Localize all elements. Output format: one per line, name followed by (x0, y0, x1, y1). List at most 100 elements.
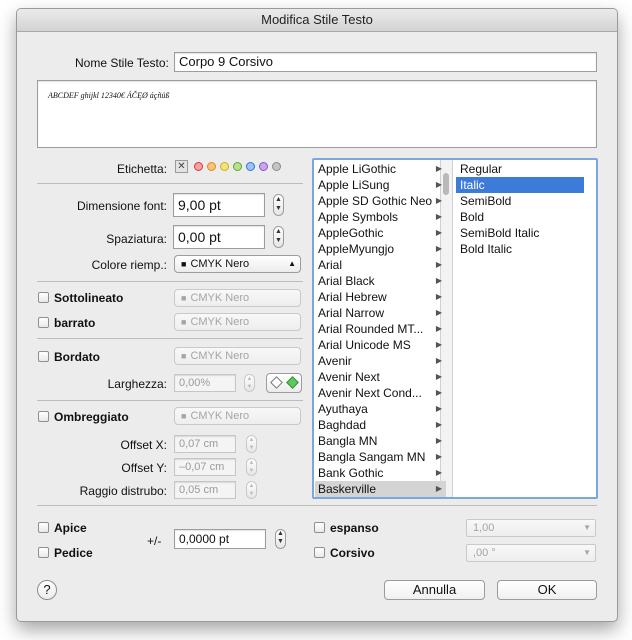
italic-checkbox[interactable] (314, 547, 325, 558)
font-size-stepper[interactable]: ▲ ▼ (273, 194, 284, 216)
font-style-item[interactable]: Bold Italic (456, 241, 584, 257)
baseline-stepper[interactable]: ▲ ▼ (275, 529, 286, 549)
chevron-down-icon[interactable]: ▼ (583, 545, 591, 561)
outline-mode-toggle[interactable] (266, 373, 302, 393)
font-list-item[interactable]: AppleMyungjo ▶ (315, 241, 446, 257)
superscript-label: Apice (54, 521, 87, 535)
font-name: Apple SD Gothic Neo (318, 194, 433, 208)
style-name-input[interactable]: Corpo 9 Corsivo (174, 52, 597, 72)
spacing-input[interactable]: 0,00 pt (173, 225, 265, 249)
spacing-stepper[interactable]: ▲ ▼ (273, 226, 284, 248)
label-color-dot[interactable] (194, 162, 203, 171)
offset-y-label: Offset Y: (121, 461, 167, 475)
shadow-checkbox[interactable] (38, 411, 49, 422)
offset-y-stepper[interactable]: ▲ ▼ (246, 458, 257, 476)
label-color-dot[interactable] (233, 162, 242, 171)
font-list-item[interactable]: Arial ▶ (315, 257, 446, 273)
submenu-arrow-icon: ▶ (435, 388, 442, 397)
offset-x-stepper[interactable]: ▲ ▼ (246, 435, 257, 453)
font-name: Arial (318, 258, 343, 272)
submenu-arrow-icon: ▶ (435, 276, 442, 285)
expanded-checkbox[interactable] (314, 522, 325, 533)
font-style-item[interactable]: Bold (456, 209, 584, 225)
shadow-color-popup[interactable]: ■ CMYK Nero (174, 407, 301, 425)
close-icon: ✕ (177, 161, 186, 172)
outline-width-label: Larghezza: (107, 377, 167, 391)
underline-color-popup[interactable]: ■ CMYK Nero (174, 289, 301, 307)
outline-width-stepper[interactable]: ▲ ▼ (244, 374, 255, 392)
font-list-item[interactable]: Arial Black ▶ (315, 273, 446, 289)
submenu-arrow-icon: ▶ (435, 228, 442, 237)
font-name: AppleMyungjo (318, 242, 395, 256)
subscript-checkbox[interactable] (38, 547, 49, 558)
font-size-label: Dimensione font: (76, 199, 167, 213)
text-style-dialog: Modifica Stile Testo Nome Stile Testo: C… (16, 8, 618, 622)
offset-x-input[interactable]: 0,07 cm (174, 435, 236, 453)
font-list-item[interactable]: Apple SD Gothic Neo ▶ (315, 193, 446, 209)
preview-text: ABCDEF ghijkl 12340€ ÁČĘØ áçñüß (48, 91, 170, 100)
italic-angle-combo[interactable]: ,00 ° ▼ (466, 544, 596, 562)
blur-radius-stepper[interactable]: ▲ ▼ (246, 481, 257, 499)
font-style-item[interactable]: Regular (456, 161, 584, 177)
color-swatch-icon: ■ (181, 293, 187, 303)
help-icon: ? (43, 582, 51, 597)
label-color-dot[interactable] (272, 162, 281, 171)
font-list-item[interactable]: Baghdad ▶ (315, 417, 446, 433)
strikethrough-checkbox[interactable] (38, 317, 49, 328)
font-list-item[interactable]: Bangla MN ▶ (315, 433, 446, 449)
font-list-item[interactable]: Arial Narrow ▶ (315, 305, 446, 321)
superscript-checkbox[interactable] (38, 522, 49, 533)
font-list-item[interactable]: Bangla Sangam MN ▶ (315, 449, 446, 465)
submenu-arrow-icon: ▶ (435, 292, 442, 301)
window-title: Modifica Stile Testo (17, 9, 617, 32)
ok-button[interactable]: OK (497, 580, 597, 600)
outline-inside-icon[interactable] (270, 376, 283, 389)
outline-outside-icon[interactable] (286, 376, 299, 389)
help-button[interactable]: ? (37, 580, 57, 600)
font-style-item[interactable]: Italic (456, 177, 584, 193)
font-list-item[interactable]: Apple LiGothic ▶ (315, 161, 446, 177)
submenu-arrow-icon: ▶ (435, 340, 442, 349)
font-list-item[interactable]: Ayuthaya ▶ (315, 401, 446, 417)
font-list-item[interactable]: Arial Hebrew ▶ (315, 289, 446, 305)
outline-color-popup[interactable]: ■ CMYK Nero (174, 347, 301, 365)
baseline-label: +/- (147, 534, 162, 548)
color-swatch-icon: ■ (181, 411, 187, 421)
offset-y-input[interactable]: –0,07 cm (174, 458, 236, 476)
outline-width-input[interactable]: 0,00% (174, 374, 236, 392)
font-list-item[interactable]: Avenir ▶ (315, 353, 446, 369)
font-list-item[interactable]: Bank Gothic ▶ (315, 465, 446, 481)
strikethrough-color-popup[interactable]: ■ CMYK Nero (174, 313, 301, 331)
chevron-down-icon[interactable]: ▼ (583, 520, 591, 536)
font-list-item[interactable]: AppleGothic ▶ (315, 225, 446, 241)
label-color-dot[interactable] (207, 162, 216, 171)
font-list-item[interactable]: Avenir Next ▶ (315, 369, 446, 385)
blur-radius-input[interactable]: 0,05 cm (174, 481, 236, 499)
font-size-input[interactable]: 9,00 pt (173, 193, 265, 217)
font-style-item[interactable]: SemiBold Italic (456, 225, 584, 241)
font-name: AppleGothic (318, 226, 384, 240)
font-list-item[interactable]: Arial Rounded MT... ▶ (315, 321, 446, 337)
baseline-input[interactable]: 0,0000 pt (174, 529, 266, 549)
font-name: Bank Gothic (318, 466, 384, 480)
label-color-dot[interactable] (220, 162, 229, 171)
submenu-arrow-icon: ▶ (435, 404, 442, 413)
font-list-item[interactable]: Avenir Next Cond... ▶ (315, 385, 446, 401)
cancel-button[interactable]: Annulla (384, 580, 485, 600)
submenu-arrow-icon: ▶ (435, 244, 442, 253)
font-list-item[interactable]: Baskerville ▶ (315, 481, 446, 497)
expanded-combo[interactable]: 1,00 ▼ (466, 519, 596, 537)
font-list-item[interactable]: Apple Symbols ▶ (315, 209, 446, 225)
font-style-item[interactable]: SemiBold (456, 193, 584, 209)
italic-label: Corsivo (330, 546, 375, 560)
font-name: Apple LiSung (318, 178, 390, 192)
submenu-arrow-icon: ▶ (435, 196, 442, 205)
font-list-item[interactable]: Apple LiSung ▶ (315, 177, 446, 193)
underline-checkbox[interactable] (38, 292, 49, 303)
font-list-item[interactable]: Arial Unicode MS ▶ (315, 337, 446, 353)
fill-color-popup[interactable]: ■ CMYK Nero ▲ (174, 255, 301, 273)
label-color-dot[interactable] (246, 162, 255, 171)
outline-checkbox[interactable] (38, 351, 49, 362)
label-clear-button[interactable]: ✕ (175, 160, 188, 173)
label-color-dot[interactable] (259, 162, 268, 171)
